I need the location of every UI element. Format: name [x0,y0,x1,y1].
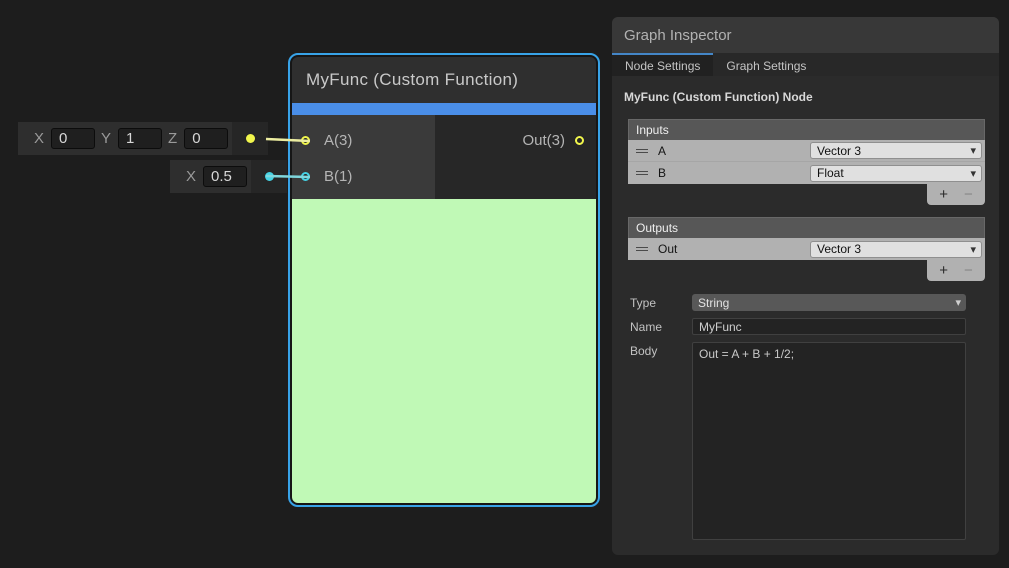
port-b-label: B(1) [324,168,352,185]
port-row-a: A(3) [292,122,435,158]
node-settings-heading: MyFunc (Custom Function) Node [624,90,999,104]
dropdown-arrow-icon: ▾ [955,296,961,309]
add-input-button[interactable]: + [939,187,948,202]
node-ports: A(3) B(1) Out(3) [292,115,596,199]
custom-function-node[interactable]: MyFunc (Custom Function) A(3) B(1) Out(3… [288,53,600,507]
float-widget-body: X [170,160,251,193]
x-value-field[interactable] [51,128,95,149]
type-dropdown[interactable]: String ▾ [692,294,966,311]
float-port-dot-icon[interactable] [265,172,274,181]
float-widget-port-cell [251,160,287,193]
port-a-label: A(3) [324,132,352,149]
graph-inspector-panel: Graph Inspector Node Settings Graph Sett… [612,17,999,555]
port-b-icon[interactable] [301,172,310,181]
inputs-list: A Vector 3 ▾ B Float ▾ [628,140,985,184]
input-a-type-dropdown[interactable]: Vector 3 ▾ [810,142,982,159]
node-title: MyFunc (Custom Function) [292,70,518,90]
body-field-row: Body Out = A + B + 1/2; [612,342,999,540]
port-row-out: Out(3) [435,122,596,158]
function-name-input[interactable] [692,318,966,335]
node-content: MyFunc (Custom Function) A(3) B(1) Out(3… [292,57,596,503]
remove-output-button[interactable]: − [964,263,973,278]
output-out-name: Out [658,242,677,256]
y-axis-label: Y [101,130,111,147]
inspector-titlebar[interactable]: Graph Inspector [612,17,999,53]
port-out-icon[interactable] [575,136,584,145]
tab-graph-settings-label: Graph Settings [726,59,806,73]
drag-handle-icon[interactable] [636,171,648,175]
type-label: Type [612,294,692,311]
add-output-button[interactable]: + [939,263,948,278]
type-field-row: Type String ▾ [612,294,999,311]
name-label: Name [612,318,692,335]
vector3-widget-body: X Y Z [18,122,232,155]
input-ports-column: A(3) B(1) [292,115,435,199]
remove-input-button[interactable]: − [964,187,973,202]
input-a-type-value: Vector 3 [817,144,861,158]
tab-node-settings-label: Node Settings [625,59,700,73]
list-item[interactable]: B Float ▾ [628,162,985,184]
input-b-type-dropdown[interactable]: Float ▾ [810,165,982,182]
name-field-row: Name [612,318,999,335]
list-item[interactable]: A Vector 3 ▾ [628,140,985,162]
input-b-name: B [658,166,666,180]
dropdown-arrow-icon: ▾ [970,144,976,157]
dropdown-arrow-icon: ▾ [970,243,976,256]
node-header[interactable]: MyFunc (Custom Function) [292,57,596,103]
port-out-label: Out(3) [522,132,565,149]
outputs-list: Out Vector 3 ▾ [628,238,985,260]
float-input-widget: X [170,160,287,193]
type-value: String [698,296,729,310]
port-a-icon[interactable] [301,136,310,145]
outputs-list-footer: + − [927,260,985,281]
output-out-type-value: Vector 3 [817,242,861,256]
inputs-section-header: Inputs [628,119,985,140]
y-value-field[interactable] [118,128,162,149]
float-value-field[interactable] [203,166,247,187]
inspector-title: Graph Inspector [612,27,732,44]
x-axis-label: X [34,130,44,147]
z-axis-label: Z [168,130,177,147]
dropdown-arrow-icon: ▾ [970,167,976,180]
output-ports-column: Out(3) [435,115,596,199]
port-row-b: B(1) [292,158,435,194]
drag-handle-icon[interactable] [636,247,648,251]
output-out-type-dropdown[interactable]: Vector 3 ▾ [810,241,982,258]
function-fields: Type String ▾ Name Body Out = A + B + 1/… [612,294,999,540]
inspector-tabbar: Node Settings Graph Settings [612,53,999,76]
inputs-section-title: Inputs [629,123,669,137]
x-axis-label: X [186,168,196,185]
drag-handle-icon[interactable] [636,149,648,153]
vector3-port-dot-icon[interactable] [246,134,255,143]
body-label: Body [612,342,692,540]
input-a-name: A [658,144,666,158]
vector3-widget-port-cell [232,122,268,155]
node-preview [292,199,596,503]
tab-graph-settings[interactable]: Graph Settings [713,53,819,76]
z-value-field[interactable] [184,128,228,149]
list-item[interactable]: Out Vector 3 ▾ [628,238,985,260]
inputs-section: Inputs A Vector 3 ▾ B Float ▾ + [628,119,985,205]
input-b-type-value: Float [817,166,844,180]
outputs-section-title: Outputs [629,221,678,235]
vector3-input-widget: X Y Z [18,122,268,155]
inputs-list-footer: + − [927,184,985,205]
node-selection-bar [292,103,596,115]
outputs-section-header: Outputs [628,217,985,238]
outputs-section: Outputs Out Vector 3 ▾ + − [628,217,985,281]
tab-node-settings[interactable]: Node Settings [612,53,713,76]
function-body-textarea[interactable]: Out = A + B + 1/2; [692,342,966,540]
